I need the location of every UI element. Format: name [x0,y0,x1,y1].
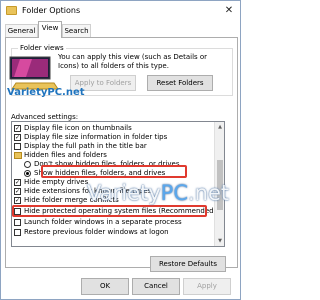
advanced-settings-label: Advanced settings: [11,113,79,121]
radio-selected[interactable] [24,170,31,177]
list-item[interactable]: ✓ Display file size information in folde… [12,133,215,142]
folder-views-description: You can apply this view (such as Details… [58,53,208,70]
list-item-label: Restore previous folder windows at logon [24,228,169,236]
tab-strip: General View Search [5,21,238,38]
list-item-label: Display file size information in folder … [24,133,168,141]
tab-view[interactable]: View [38,21,62,38]
list-item-label: Hidden files and folders [24,151,107,159]
watermark-accent: PC [160,181,188,205]
checkbox-checked[interactable]: ✓ [14,188,21,195]
folder-views-legend: Folder views [18,44,66,52]
list-item[interactable]: Launch folder windows in a separate proc… [12,218,215,227]
list-item: Hidden files and folders [12,151,215,160]
checkbox-unchecked[interactable] [14,143,21,150]
watermark-logo-text: VarietyPC.net [7,87,85,98]
hide-protected-highlight [12,205,207,217]
checkbox-checked[interactable]: ✓ [14,179,21,186]
folder-options-dialog: Folder Options ✕ General View Search Fol… [0,0,241,300]
checkbox-unchecked[interactable] [14,229,21,236]
watermark-overlay: VarietyPC.net [87,181,229,205]
tab-search[interactable]: Search [62,24,91,38]
list-item-label: Display the full path in the title bar [24,142,147,150]
title-bar: Folder Options ✕ [1,1,240,21]
list-item-label: Launch folder windows in a separate proc… [24,218,182,226]
list-item[interactable]: Display the full path in the title bar [12,142,215,151]
restore-defaults-button[interactable]: Restore Defaults [150,256,226,272]
radio-unselected[interactable] [24,161,31,168]
checkbox-checked[interactable]: ✓ [14,197,21,204]
show-hidden-highlight [41,165,187,178]
apply-button[interactable]: Apply [183,278,231,295]
watermark-main: Variety [87,181,161,205]
ok-button[interactable]: OK [81,278,129,295]
list-item[interactable]: Restore previous folder windows at logon [12,228,215,237]
list-item-label: Hide empty drives [24,178,89,186]
list-item[interactable]: ✓ Display file icon on thumbnails [12,124,215,133]
reset-folders-button[interactable]: Reset Folders [147,75,213,91]
cancel-button[interactable]: Cancel [132,278,180,295]
checkbox-checked[interactable]: ✓ [14,134,21,141]
folder-icon [14,152,22,159]
tab-general[interactable]: General [5,24,38,38]
window-title: Folder Options [22,6,81,15]
folder-icon [6,6,17,15]
watermark-suffix: .net [187,181,230,205]
checkbox-unchecked[interactable] [14,219,21,226]
close-button[interactable]: ✕ [219,2,239,19]
checkbox-checked[interactable]: ✓ [14,125,21,132]
scroll-down-arrow-icon[interactable]: ▼ [215,236,224,246]
list-item-label: Display file icon on thumbnails [24,124,132,132]
scroll-up-arrow-icon[interactable]: ▲ [215,122,224,132]
